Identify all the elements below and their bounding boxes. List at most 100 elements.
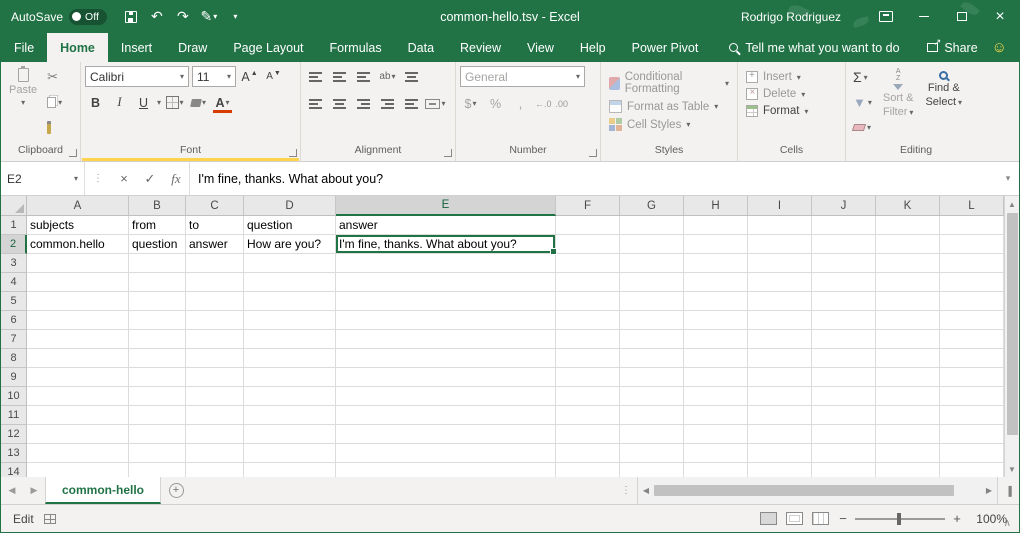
- cut-button[interactable]: ✂: [44, 66, 65, 88]
- cell-A11[interactable]: [27, 406, 129, 425]
- row-header-5[interactable]: 5: [1, 292, 27, 311]
- fill-color-button[interactable]: ▾: [188, 92, 209, 113]
- tell-me-search[interactable]: Tell me what you want to do: [729, 33, 899, 62]
- cell-D14[interactable]: [244, 463, 336, 477]
- cell-C7[interactable]: [186, 330, 244, 349]
- number-dialog-launcher[interactable]: [589, 149, 597, 157]
- cell-H6[interactable]: [684, 311, 748, 330]
- sort-filter-button[interactable]: AZ Sort & Filter▾: [879, 66, 918, 144]
- cell-A5[interactable]: [27, 292, 129, 311]
- cell-D10[interactable]: [244, 387, 336, 406]
- autosum-button[interactable]: Σ▾: [850, 66, 875, 88]
- cell-C8[interactable]: [186, 349, 244, 368]
- row-header-13[interactable]: 13: [1, 444, 27, 463]
- merge-center-button[interactable]: ▾: [425, 93, 446, 114]
- cell-C1[interactable]: to: [186, 216, 244, 235]
- cell-L8[interactable]: [940, 349, 1004, 368]
- cell-F10[interactable]: [556, 387, 620, 406]
- column-header-I[interactable]: I: [748, 196, 812, 216]
- cell-A2[interactable]: common.hello: [27, 235, 129, 254]
- cell-L3[interactable]: [940, 254, 1004, 273]
- number-format-combo[interactable]: General▾: [460, 66, 585, 87]
- clipboard-dialog-launcher[interactable]: [69, 149, 77, 157]
- cell-H4[interactable]: [684, 273, 748, 292]
- cell-H13[interactable]: [684, 444, 748, 463]
- tab-home[interactable]: Home: [47, 33, 108, 62]
- cell-A1[interactable]: subjects: [27, 216, 129, 235]
- cell-J3[interactable]: [812, 254, 876, 273]
- bold-button[interactable]: B: [85, 92, 106, 113]
- increase-font-size-button[interactable]: A▲: [239, 66, 260, 87]
- close-button[interactable]: ×: [981, 0, 1019, 33]
- tab-help[interactable]: Help: [567, 33, 619, 62]
- format-painter-button[interactable]: [44, 116, 65, 138]
- cell-C10[interactable]: [186, 387, 244, 406]
- delete-cells-button[interactable]: Delete▾: [742, 88, 812, 100]
- cell-E5[interactable]: [336, 292, 556, 311]
- cell-G7[interactable]: [620, 330, 684, 349]
- cell-A7[interactable]: [27, 330, 129, 349]
- row-header-9[interactable]: 9: [1, 368, 27, 387]
- cell-B6[interactable]: [129, 311, 186, 330]
- cell-A8[interactable]: [27, 349, 129, 368]
- font-dialog-launcher[interactable]: [289, 149, 297, 157]
- cell-A9[interactable]: [27, 368, 129, 387]
- column-header-K[interactable]: K: [876, 196, 940, 216]
- cell-E9[interactable]: [336, 368, 556, 387]
- cell-J7[interactable]: [812, 330, 876, 349]
- cell-L2[interactable]: [940, 235, 1004, 254]
- font-size-combo[interactable]: 11▾: [192, 66, 236, 87]
- cell-K12[interactable]: [876, 425, 940, 444]
- cell-L4[interactable]: [940, 273, 1004, 292]
- cell-H9[interactable]: [684, 368, 748, 387]
- cell-J5[interactable]: [812, 292, 876, 311]
- decrease-indent-button[interactable]: [377, 93, 398, 114]
- share-button[interactable]: Share: [927, 33, 977, 62]
- name-box-resize-handle[interactable]: ⋮: [85, 162, 111, 195]
- cell-K3[interactable]: [876, 254, 940, 273]
- cell-G14[interactable]: [620, 463, 684, 477]
- row-header-14[interactable]: 14: [1, 463, 27, 477]
- bottom-align-button[interactable]: [353, 66, 374, 87]
- cell-H12[interactable]: [684, 425, 748, 444]
- touch-mode-button[interactable]: ✎▾: [197, 4, 221, 30]
- percent-style-button[interactable]: %: [485, 93, 506, 114]
- cell-B10[interactable]: [129, 387, 186, 406]
- cell-L1[interactable]: [940, 216, 1004, 235]
- top-align-button[interactable]: [305, 66, 326, 87]
- scrollbar-splitter[interactable]: ▐: [997, 477, 1019, 504]
- conditional-formatting-button[interactable]: Conditional Formatting▾: [605, 71, 733, 95]
- tab-file[interactable]: File: [1, 33, 47, 62]
- cell-K6[interactable]: [876, 311, 940, 330]
- format-cells-button[interactable]: Format▾: [742, 105, 812, 117]
- column-header-D[interactable]: D: [244, 196, 336, 216]
- cell-D4[interactable]: [244, 273, 336, 292]
- cell-I7[interactable]: [748, 330, 812, 349]
- cell-C13[interactable]: [186, 444, 244, 463]
- cell-I2[interactable]: [748, 235, 812, 254]
- autosave-pill[interactable]: Off: [69, 9, 107, 25]
- row-header-10[interactable]: 10: [1, 387, 27, 406]
- cell-G8[interactable]: [620, 349, 684, 368]
- cell-G1[interactable]: [620, 216, 684, 235]
- cell-L5[interactable]: [940, 292, 1004, 311]
- cell-J14[interactable]: [812, 463, 876, 477]
- cell-B9[interactable]: [129, 368, 186, 387]
- row-header-8[interactable]: 8: [1, 349, 27, 368]
- cell-G2[interactable]: [620, 235, 684, 254]
- cell-L7[interactable]: [940, 330, 1004, 349]
- cell-D8[interactable]: [244, 349, 336, 368]
- cell-L9[interactable]: [940, 368, 1004, 387]
- cell-J1[interactable]: [812, 216, 876, 235]
- cell-B1[interactable]: from: [129, 216, 186, 235]
- column-header-C[interactable]: C: [186, 196, 244, 216]
- cell-E14[interactable]: [336, 463, 556, 477]
- cell-H5[interactable]: [684, 292, 748, 311]
- zoom-out-button[interactable]: −: [838, 511, 848, 526]
- cell-E11[interactable]: [336, 406, 556, 425]
- cell-I9[interactable]: [748, 368, 812, 387]
- cell-I4[interactable]: [748, 273, 812, 292]
- find-select-button[interactable]: Find & Select▾: [921, 66, 966, 144]
- select-all-button[interactable]: [1, 196, 27, 216]
- row-header-6[interactable]: 6: [1, 311, 27, 330]
